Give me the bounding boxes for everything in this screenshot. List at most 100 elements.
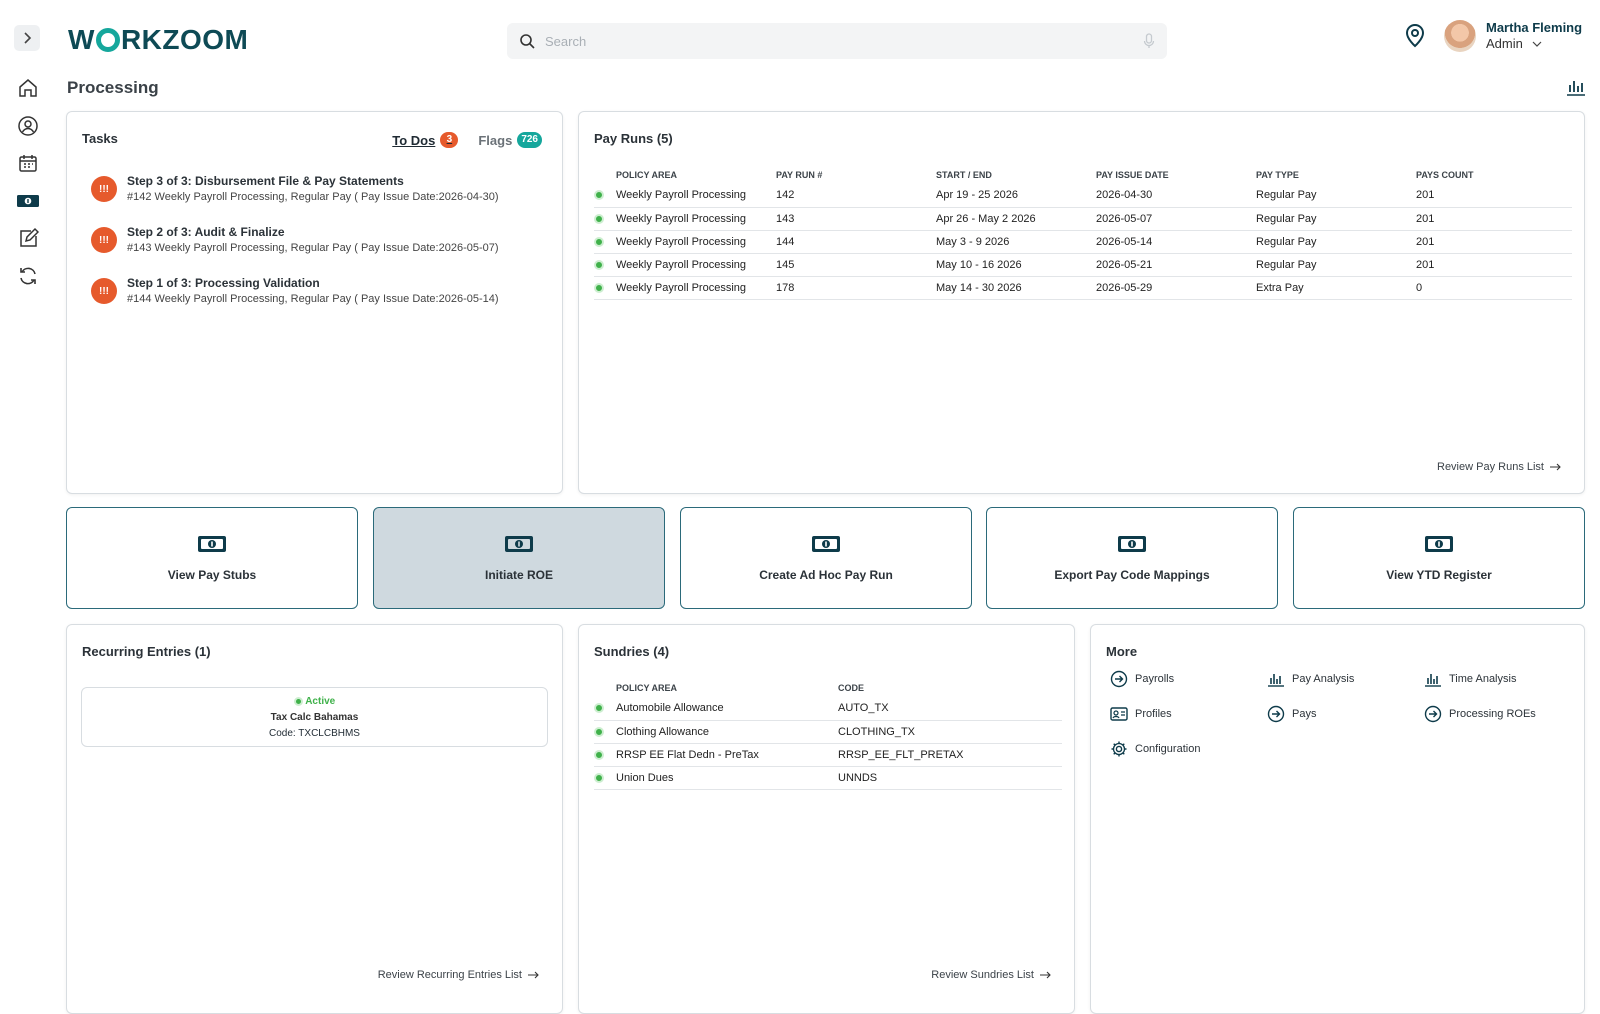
- status-dot: [594, 772, 604, 783]
- tab-flags[interactable]: Flags 726: [478, 132, 542, 148]
- search-icon: [520, 34, 535, 49]
- tab-flags-label: Flags: [478, 132, 513, 148]
- task-subtitle: #142 Weekly Payroll Processing, Regular …: [127, 191, 499, 203]
- initiate-roe-button[interactable]: Initiate ROE: [373, 507, 665, 609]
- table-row[interactable]: Weekly Payroll Processing 143 Apr 26 - M…: [594, 207, 1572, 231]
- table-cell: 2026-05-21: [1096, 253, 1256, 277]
- table-cell: 142: [776, 184, 936, 208]
- arrow-circle-icon: [1267, 705, 1285, 723]
- column-header[interactable]: PAYS COUNT: [1416, 168, 1572, 184]
- status-dot: [293, 696, 303, 706]
- money-icon: [1118, 536, 1146, 552]
- nav-home[interactable]: [16, 76, 40, 100]
- more-link-pay-analysis[interactable]: Pay Analysis: [1266, 669, 1354, 689]
- review-recurring-entries-link[interactable]: Review Recurring Entries List: [378, 969, 540, 981]
- task-item[interactable]: !!! Step 1 of 3: Processing Validation #…: [91, 276, 499, 307]
- table-row[interactable]: Union Dues UNNDS: [594, 766, 1062, 790]
- search-input[interactable]: [545, 33, 1143, 49]
- recurring-entry-item[interactable]: Active Tax Calc Bahamas Code: TXCLCBHMS: [81, 687, 548, 747]
- more-link-label: Pay Analysis: [1292, 673, 1355, 685]
- table-row[interactable]: RRSP EE Flat Dedn - PreTax RRSP_EE_FLT_P…: [594, 743, 1062, 767]
- more-link-label: Pays: [1292, 708, 1317, 720]
- column-header[interactable]: CODE: [838, 681, 1062, 697]
- home-icon: [19, 79, 37, 97]
- arrow-right-icon: [1040, 971, 1051, 979]
- tab-todos[interactable]: To Dos 3: [392, 132, 459, 148]
- analytics-button[interactable]: [1566, 78, 1586, 101]
- recurring-entries-card: Recurring Entries (1) Active Tax Calc Ba…: [66, 624, 563, 1014]
- user-name: Martha Fleming: [1486, 20, 1583, 35]
- more-link-payrolls[interactable]: Payrolls: [1109, 669, 1174, 689]
- table-cell: Weekly Payroll Processing: [616, 276, 776, 300]
- nav-payroll[interactable]: [16, 189, 40, 213]
- table-row[interactable]: Weekly Payroll Processing 145 May 10 - 1…: [594, 253, 1572, 277]
- table-cell: 144: [776, 230, 936, 254]
- more-link-time-analysis[interactable]: Time Analysis: [1423, 669, 1516, 689]
- column-header[interactable]: PAY TYPE: [1256, 168, 1416, 184]
- link-label: Review Sundries List: [931, 969, 1034, 981]
- avatar[interactable]: [1444, 20, 1476, 52]
- table-cell: Weekly Payroll Processing: [616, 230, 776, 254]
- task-item[interactable]: !!! Step 3 of 3: Disbursement File & Pay…: [91, 174, 499, 205]
- table-cell: 201: [1416, 207, 1572, 231]
- table-row[interactable]: Weekly Payroll Processing 178 May 14 - 3…: [594, 276, 1572, 300]
- more-title: More: [1106, 644, 1138, 659]
- alert-icon: !!!: [91, 176, 117, 202]
- review-pay-runs-link[interactable]: Review Pay Runs List: [1437, 461, 1562, 473]
- task-title: Step 2 of 3: Audit & Finalize: [127, 225, 285, 239]
- table-row[interactable]: Weekly Payroll Processing 142 Apr 19 - 2…: [594, 184, 1572, 208]
- more-link-label: Configuration: [1135, 743, 1201, 755]
- table-cell: 178: [776, 276, 936, 300]
- table-row[interactable]: Automobile Allowance AUTO_TX: [594, 697, 1062, 721]
- expand-nav-button[interactable]: [14, 25, 40, 51]
- table-cell: Automobile Allowance: [616, 697, 838, 721]
- table-cell: RRSP EE Flat Dedn - PreTax: [616, 743, 838, 767]
- more-link-profiles[interactable]: Profiles: [1109, 704, 1172, 724]
- status-dot: [594, 749, 604, 760]
- more-link-processing-roes[interactable]: Processing ROEs: [1423, 704, 1536, 724]
- task-item[interactable]: !!! Step 2 of 3: Audit & Finalize #143 W…: [91, 225, 499, 256]
- nav-edit[interactable]: [16, 226, 40, 250]
- calendar-icon: [19, 155, 37, 172]
- user-menu[interactable]: Martha Fleming Admin: [1486, 20, 1582, 52]
- nav-people[interactable]: [16, 114, 40, 138]
- search-bar[interactable]: [507, 23, 1167, 59]
- column-header[interactable]: PAY ISSUE DATE: [1096, 168, 1256, 184]
- workzoom-logo[interactable]: W RKZOOM: [68, 24, 248, 56]
- tasks-title: Tasks: [82, 131, 118, 146]
- pay-runs-card: Pay Runs (5) POLICY AREA PAY RUN # START…: [578, 111, 1585, 494]
- money-icon: [17, 195, 39, 207]
- column-header[interactable]: POLICY AREA: [616, 168, 776, 184]
- sundries-card: Sundries (4) POLICY AREA CODE Automobile…: [578, 624, 1075, 1014]
- column-header[interactable]: PAY RUN #: [776, 168, 936, 184]
- status-dot: [594, 259, 604, 270]
- money-icon: [505, 536, 533, 552]
- more-link-label: Processing ROEs: [1449, 708, 1536, 720]
- table-cell: 2026-04-30: [1096, 184, 1256, 208]
- flags-count-badge: 726: [517, 132, 542, 148]
- view-ytd-register-button[interactable]: View YTD Register: [1293, 507, 1585, 609]
- arrow-right-icon: [1550, 463, 1561, 471]
- sundries-table: POLICY AREA CODE Automobile Allowance AU…: [594, 681, 1062, 790]
- review-sundries-link[interactable]: Review Sundries List: [931, 969, 1052, 981]
- tile-label: Export Pay Code Mappings: [1054, 568, 1210, 582]
- create-ad-hoc-pay-run-button[interactable]: Create Ad Hoc Pay Run: [680, 507, 972, 609]
- sync-icon: [20, 267, 36, 285]
- arrow-circle-icon: [1110, 670, 1128, 688]
- task-title: Step 3 of 3: Disbursement File & Pay Sta…: [127, 174, 404, 188]
- more-link-pays[interactable]: Pays: [1266, 704, 1316, 724]
- column-header[interactable]: START / END: [936, 168, 1096, 184]
- table-row[interactable]: Clothing Allowance CLOTHING_TX: [594, 720, 1062, 744]
- nav-sync[interactable]: [16, 264, 40, 288]
- column-header[interactable]: POLICY AREA: [616, 681, 838, 697]
- location-pin-icon[interactable]: [1404, 24, 1426, 48]
- nav-calendar[interactable]: [16, 151, 40, 175]
- view-pay-stubs-button[interactable]: View Pay Stubs: [66, 507, 358, 609]
- microphone-icon[interactable]: [1143, 33, 1155, 49]
- page-title: Processing: [67, 78, 159, 97]
- table-row[interactable]: Weekly Payroll Processing 144 May 3 - 9 …: [594, 230, 1572, 254]
- table-cell: Regular Pay: [1256, 184, 1416, 208]
- more-link-configuration[interactable]: Configuration: [1109, 739, 1200, 759]
- export-pay-code-mappings-button[interactable]: Export Pay Code Mappings: [986, 507, 1278, 609]
- table-cell: Union Dues: [616, 766, 838, 790]
